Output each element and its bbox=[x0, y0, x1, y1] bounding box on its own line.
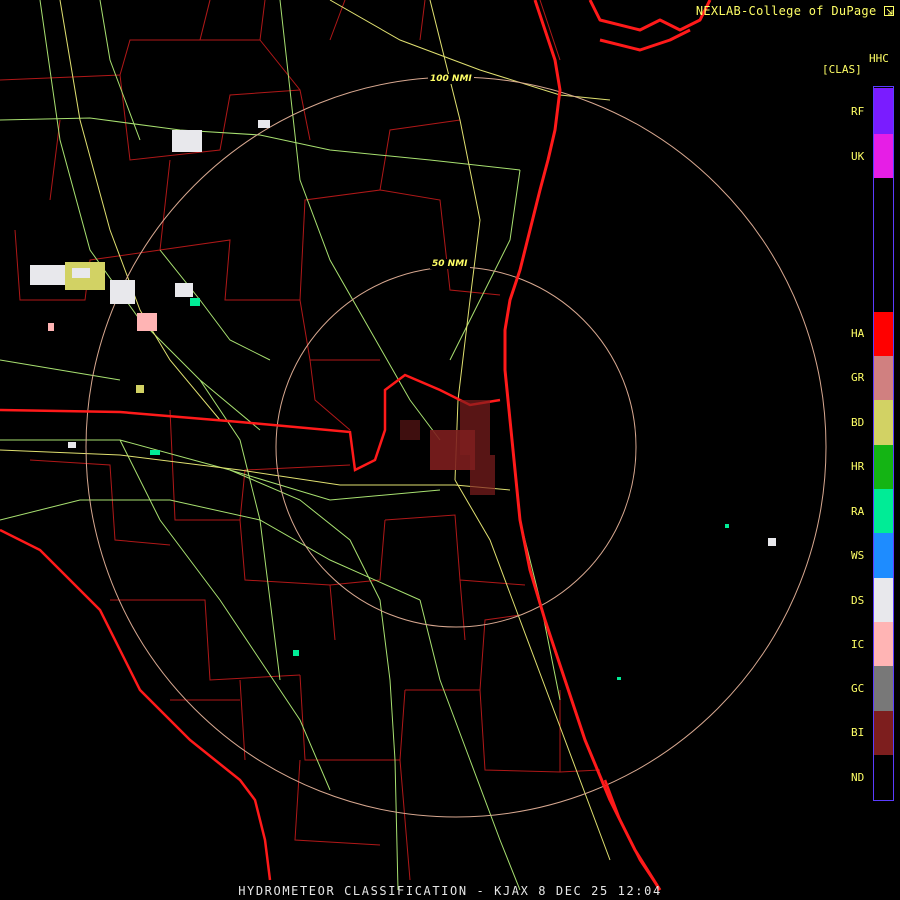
legend-label-ha: HA bbox=[851, 327, 865, 340]
product-abbreviation: [CLAS] bbox=[822, 63, 862, 76]
range-label-50nmi: 50 NMI bbox=[430, 259, 470, 269]
legend-swatch-ic bbox=[874, 622, 893, 666]
legend-swatch-uk bbox=[874, 134, 893, 178]
product-title: HYDROMETEOR CLASSIFICATION - KJAX 8 DEC … bbox=[238, 884, 662, 898]
range-label-100nmi: 100 NMI bbox=[428, 74, 474, 84]
radar-display: 100 NMI 50 NMI NEXLAB-College of DuPage … bbox=[0, 0, 900, 900]
radar-echoes bbox=[30, 120, 776, 680]
legend-label-gc: GC bbox=[851, 682, 865, 695]
legend-swatch-ra bbox=[874, 489, 893, 533]
legend-label-ws: WS bbox=[851, 549, 865, 562]
legend-swatch-gr bbox=[874, 356, 893, 400]
legend-label-hr: HR bbox=[851, 460, 865, 473]
legend-swatch-ws bbox=[874, 533, 893, 578]
legend-label-ds: DS bbox=[851, 594, 865, 607]
legend-swatch-hr bbox=[874, 445, 893, 489]
legend-swatch-bd bbox=[874, 400, 893, 445]
legend-swatch-ds bbox=[874, 578, 893, 622]
legend-swatch-gc bbox=[874, 666, 893, 711]
legend-label-ic: IC bbox=[851, 638, 865, 651]
legend-label-bd: BD bbox=[851, 416, 865, 429]
legend-label-ra: RA bbox=[851, 505, 865, 518]
legend-label-rf: RF bbox=[851, 105, 865, 118]
credit-text[interactable]: NEXLAB-College of DuPage bbox=[696, 4, 894, 18]
legend-label-nd: ND bbox=[851, 771, 865, 784]
legend-label-uk: UK bbox=[851, 150, 865, 163]
product-code: HHC bbox=[869, 52, 889, 65]
coastline bbox=[503, 0, 712, 891]
legend-swatch-rf bbox=[874, 88, 893, 134]
radar-map bbox=[0, 0, 827, 891]
external-link-icon bbox=[884, 6, 894, 16]
credit-label: NEXLAB-College of DuPage bbox=[695, 4, 877, 18]
legend-label-bi: BI bbox=[851, 726, 865, 739]
legend-swatch-bi bbox=[874, 711, 893, 755]
state-border bbox=[0, 373, 662, 891]
legend-label-gr: GR bbox=[851, 371, 865, 384]
legend-swatch-ha bbox=[874, 312, 893, 356]
